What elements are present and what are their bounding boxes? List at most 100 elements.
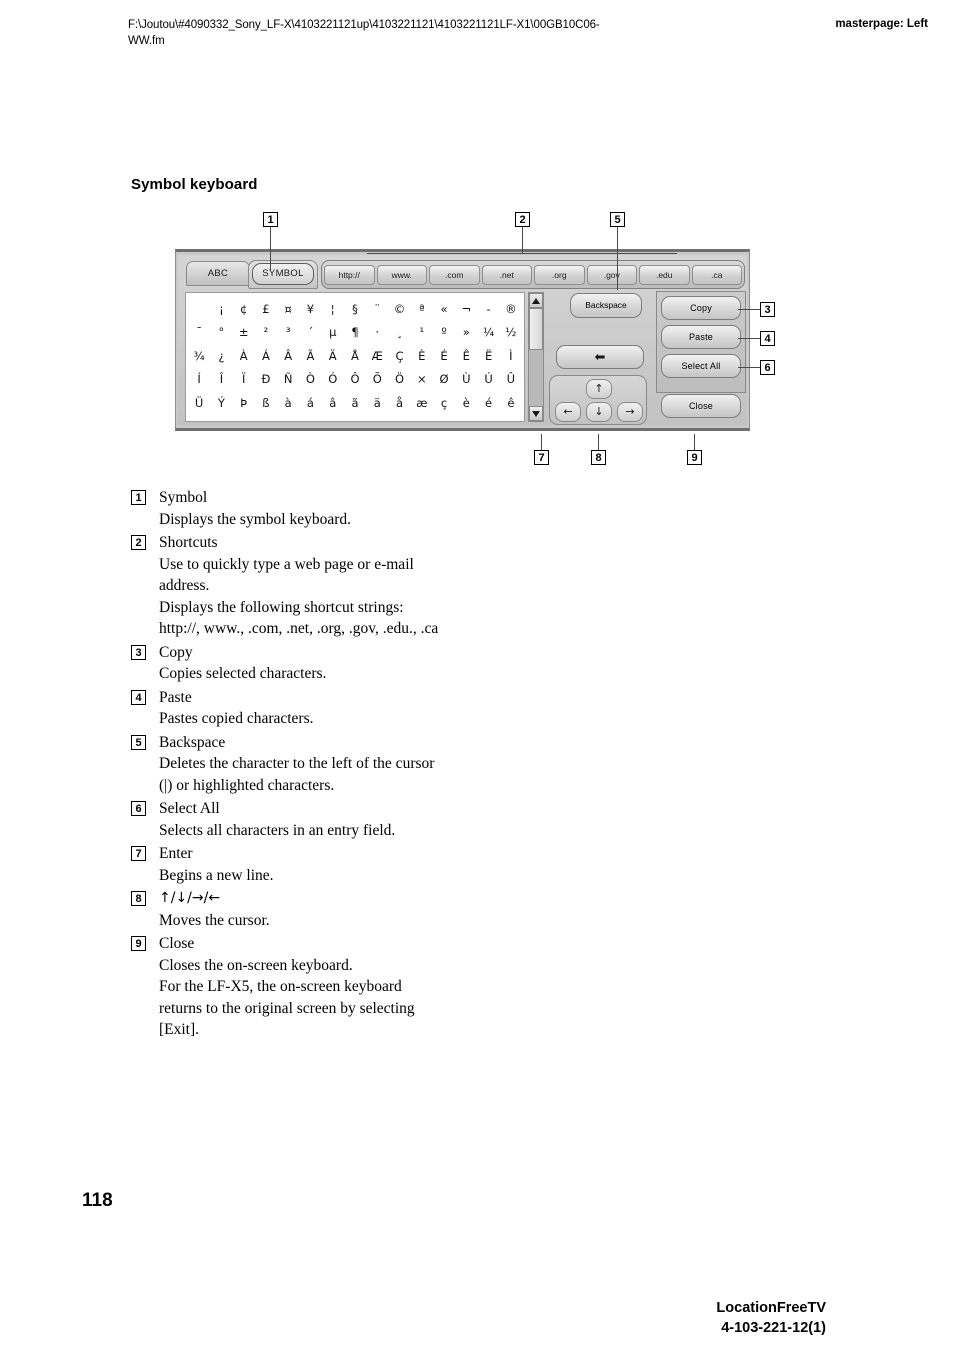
symbol-key[interactable]: Å xyxy=(344,349,366,363)
scroll-up-icon[interactable] xyxy=(529,293,543,308)
symbol-key[interactable]: Þ xyxy=(233,396,255,410)
symbol-key[interactable]: Á xyxy=(255,349,277,363)
symbol-key[interactable]: © xyxy=(388,302,410,316)
symbol-key[interactable]: ¥ xyxy=(299,302,321,316)
symbol-key[interactable]: Ò xyxy=(299,372,321,386)
shortcut-button-edu[interactable]: .edu xyxy=(639,264,690,285)
symbol-key[interactable]: ¹ xyxy=(411,325,433,339)
symbol-key[interactable]: - xyxy=(477,302,499,316)
symbol-key[interactable]: ¼ xyxy=(477,325,499,339)
symbol-key[interactable]: è xyxy=(455,396,477,410)
symbol-key[interactable]: ¡ xyxy=(210,302,232,316)
symbol-key[interactable]: Ý xyxy=(210,396,232,410)
symbol-key[interactable]: æ xyxy=(411,396,433,410)
symbol-key[interactable]: ¶ xyxy=(344,325,366,339)
symbol-key[interactable]: ¯ xyxy=(188,325,210,339)
select-all-button[interactable]: Select All xyxy=(661,354,741,378)
symbol-key[interactable]: ± xyxy=(233,325,255,339)
arrow-up-button[interactable]: ↑ xyxy=(586,379,612,399)
symbol-key[interactable]: ® xyxy=(500,302,522,316)
symbol-key[interactable]: × xyxy=(411,372,433,386)
symbol-key[interactable]: ª xyxy=(411,302,433,316)
copy-button[interactable]: Copy xyxy=(661,296,741,320)
symbol-key[interactable]: á xyxy=(299,396,321,410)
symbol-key[interactable]: Í xyxy=(188,372,210,386)
symbol-key[interactable]: ê xyxy=(500,396,522,410)
symbol-key[interactable]: À xyxy=(233,349,255,363)
symbol-key[interactable]: ß xyxy=(255,396,277,410)
symbol-key[interactable]: ã xyxy=(344,396,366,410)
symbol-key[interactable]: Ë xyxy=(477,349,499,363)
symbol-key[interactable]: ¢ xyxy=(233,302,255,316)
symbol-key[interactable]: ´ xyxy=(299,325,321,339)
symbol-grid-scrollbar[interactable] xyxy=(528,292,544,422)
symbol-key[interactable]: Æ xyxy=(366,349,388,363)
symbol-key[interactable]: å xyxy=(388,396,410,410)
backspace-button[interactable]: Backspace xyxy=(570,293,642,318)
symbol-key[interactable]: Ï xyxy=(233,372,255,386)
symbol-key[interactable]: · xyxy=(366,325,388,339)
symbol-key[interactable]: é xyxy=(477,396,499,410)
paste-button[interactable]: Paste xyxy=(661,325,741,349)
symbol-key[interactable]: « xyxy=(433,302,455,316)
symbol-key[interactable]: Ö xyxy=(388,372,410,386)
scrollbar-track[interactable] xyxy=(529,308,543,406)
symbol-key[interactable]: Ø xyxy=(433,372,455,386)
symbol-key[interactable]: ² xyxy=(255,325,277,339)
symbol-key[interactable]: § xyxy=(344,302,366,316)
symbol-key[interactable]: Ä xyxy=(322,349,344,363)
symbol-key[interactable]: Õ xyxy=(366,372,388,386)
symbol-key[interactable]: ¤ xyxy=(277,302,299,316)
shortcut-button-com[interactable]: .com xyxy=(429,264,480,285)
symbol-key[interactable]: µ xyxy=(322,325,344,339)
callout-5-leader xyxy=(617,227,618,290)
symbol-key[interactable]: ½ xyxy=(500,325,522,339)
symbol-key[interactable]: ¨ xyxy=(366,302,388,316)
symbol-key[interactable]: Ê xyxy=(455,349,477,363)
symbol-key[interactable]: » xyxy=(455,325,477,339)
symbol-key[interactable]: Ñ xyxy=(277,372,299,386)
tab-symbol[interactable]: SYMBOL xyxy=(252,263,314,285)
symbol-key[interactable]: Î xyxy=(210,372,232,386)
symbol-key[interactable]: ³ xyxy=(277,325,299,339)
symbol-key[interactable]: â xyxy=(322,396,344,410)
symbol-key[interactable]: ¿ xyxy=(210,349,232,363)
symbol-key[interactable]: Ô xyxy=(344,372,366,386)
enter-button[interactable]: ⬅ xyxy=(556,345,644,369)
symbol-key[interactable]: É xyxy=(433,349,455,363)
arrow-left-button[interactable]: ← xyxy=(555,402,581,422)
shortcut-button-http[interactable]: http:// xyxy=(324,264,375,285)
symbol-key[interactable]: Ó xyxy=(322,372,344,386)
symbol-key[interactable]: ç xyxy=(433,396,455,410)
shortcut-button-org[interactable]: .org xyxy=(534,264,585,285)
symbol-key[interactable]: Ð xyxy=(255,372,277,386)
symbol-key[interactable]: Ì xyxy=(500,349,522,363)
arrow-right-button[interactable]: → xyxy=(617,402,643,422)
shortcut-button-www[interactable]: www. xyxy=(376,264,427,285)
symbol-key[interactable]: ¸ xyxy=(388,325,410,339)
symbol-key[interactable]: Ã xyxy=(299,349,321,363)
symbol-key[interactable]: £ xyxy=(255,302,277,316)
shortcut-button-net[interactable]: .net xyxy=(481,264,532,285)
scroll-down-icon[interactable] xyxy=(529,406,543,421)
symbol-key[interactable]: Ú xyxy=(477,372,499,386)
symbol-key[interactable]: ¦ xyxy=(322,302,344,316)
symbol-key[interactable]: º xyxy=(433,325,455,339)
symbol-key[interactable]: ¾ xyxy=(188,349,210,363)
symbol-key[interactable]: Û xyxy=(500,372,522,386)
shortcut-button-ca[interactable]: .ca xyxy=(691,264,742,285)
symbol-key[interactable]: ° xyxy=(210,325,232,339)
symbol-key[interactable]: Ü xyxy=(188,396,210,410)
close-button[interactable]: Close xyxy=(661,394,741,418)
symbol-key[interactable]: à xyxy=(277,396,299,410)
symbol-key[interactable]: ä xyxy=(366,396,388,410)
symbol-key[interactable]: Ù xyxy=(455,372,477,386)
arrow-down-button[interactable]: ↓ xyxy=(586,402,612,422)
tab-abc[interactable]: ABC xyxy=(186,261,250,286)
symbol-key[interactable]: ¬ xyxy=(455,302,477,316)
scrollbar-thumb[interactable] xyxy=(529,308,543,350)
shortcut-button-gov[interactable]: .gov xyxy=(586,264,637,285)
symbol-key[interactable]: Â xyxy=(277,349,299,363)
symbol-key[interactable]: È xyxy=(411,349,433,363)
symbol-key[interactable]: Ç xyxy=(388,349,410,363)
